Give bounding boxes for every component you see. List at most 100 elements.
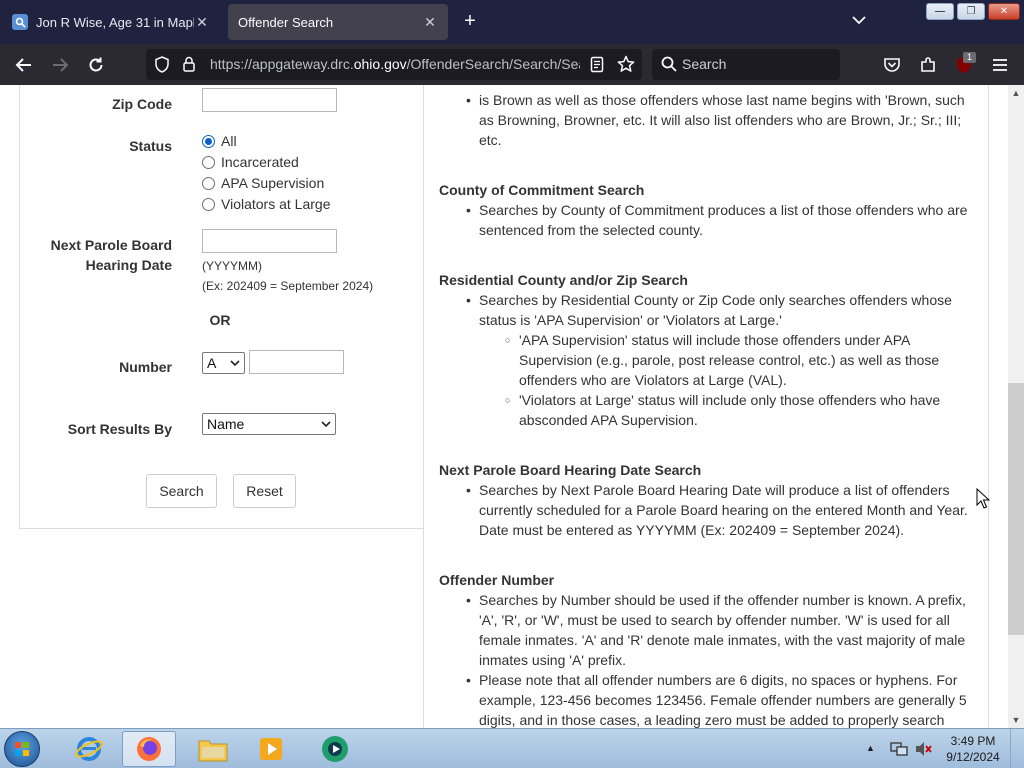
number-prefix-value: A	[207, 355, 217, 371]
scroll-up-arrow-icon[interactable]: ▲	[1008, 85, 1024, 101]
clock-time: 3:49 PM	[950, 734, 996, 748]
violators-at-large-note: 'Violators at Large' status will include…	[505, 390, 969, 430]
or-separator: OR	[209, 312, 231, 328]
windows-taskbar: ▲ 3:49 PM 9/12/2024	[0, 728, 1024, 768]
navigation-toolbar: https://appgateway.drc.ohio.gov/Offender…	[0, 44, 1024, 85]
window-close-button[interactable]: ✕	[988, 3, 1020, 20]
forward-arrow-icon[interactable]	[48, 53, 72, 77]
chevron-down-icon	[230, 359, 240, 366]
column-divider	[423, 85, 424, 728]
radio-label: All	[221, 133, 237, 149]
radio-button[interactable]	[202, 155, 215, 169]
tab-close-icon[interactable]: ✕	[194, 14, 210, 31]
tray-expand-arrow-icon[interactable]: ▲	[866, 743, 875, 753]
status-radio-all[interactable]: All	[202, 133, 237, 149]
scroll-down-arrow-icon[interactable]: ▼	[1008, 712, 1024, 728]
offender-number-text: Searches by Number should be used if the…	[466, 590, 974, 670]
url-text: https://appgateway.drc.ohio.gov/Offender…	[210, 56, 580, 72]
file-explorer-icon[interactable]	[186, 731, 240, 767]
media-player-icon[interactable]	[244, 731, 298, 767]
apa-supervision-note: 'APA Supervision' status will include th…	[505, 330, 969, 390]
search-icon	[661, 56, 677, 77]
offender-number-heading: Offender Number	[439, 572, 555, 588]
taskbar-clock[interactable]: 3:49 PM 9/12/2024	[940, 733, 1006, 765]
intro-line-2: as Browning, Browner, etc. It will also …	[479, 112, 962, 128]
status-radio-violators-at-large[interactable]: Violators at Large	[202, 196, 330, 212]
clock-date: 9/12/2024	[946, 750, 1000, 764]
parole-date-example-hint: (Ex: 202409 = September 2024)	[202, 279, 374, 293]
zip-code-input[interactable]	[202, 88, 337, 112]
county-commitment-text: Searches by County of Commitment produce…	[466, 200, 974, 240]
parole-hearing-heading: Next Parole Board Hearing Date Search	[439, 462, 702, 478]
offender-number-input[interactable]	[249, 350, 344, 374]
number-label: Number	[119, 359, 172, 375]
radio-button[interactable]	[202, 134, 215, 148]
show-desktop-button[interactable]	[1010, 729, 1024, 768]
url-host: ohio.gov	[353, 56, 407, 72]
tracking-protection-shield-icon[interactable]	[154, 56, 170, 78]
tab-close-icon[interactable]: ✕	[422, 14, 438, 31]
residential-zip-heading: Residential County and/or Zip Search	[439, 272, 688, 288]
residential-zip-text: Searches by Residential County or Zip Co…	[466, 290, 974, 330]
volume-muted-icon[interactable]	[914, 741, 932, 760]
sort-results-value: Name	[207, 416, 245, 432]
url-prefix: https://appgateway.drc.	[210, 56, 354, 72]
sort-results-select[interactable]: Name	[202, 413, 336, 435]
search-favicon-icon	[12, 14, 28, 30]
tab-strip: Jon R Wise, Age 31 in Maple He ✕ Offende…	[0, 0, 1024, 44]
firefox-taskbar-icon[interactable]	[122, 731, 176, 767]
network-icon[interactable]	[890, 741, 908, 760]
sort-results-label: Sort Results By	[67, 421, 172, 437]
tab-title: Jon R Wise, Age 31 in Maple He	[36, 14, 194, 30]
intro-line-3: etc.	[479, 132, 502, 148]
zip-code-label: Zip Code	[112, 96, 172, 112]
window-restore-button[interactable]: ❐	[957, 3, 985, 20]
radio-button[interactable]	[202, 176, 215, 190]
radio-label: APA Supervision	[221, 175, 325, 191]
back-arrow-icon[interactable]	[12, 53, 36, 77]
parole-date-label-line2: Hearing Date	[85, 257, 172, 273]
tab-offender-search[interactable]: Offender Search ✕	[228, 4, 448, 40]
content-border	[988, 85, 989, 728]
radio-button[interactable]	[202, 197, 215, 211]
status-label: Status	[129, 138, 172, 154]
status-radio-apa-supervision[interactable]: APA Supervision	[202, 175, 324, 191]
parole-date-input[interactable]	[202, 229, 337, 253]
status-radio-incarcerated[interactable]: Incarcerated	[202, 154, 299, 170]
app-circle-icon[interactable]	[308, 731, 362, 767]
extension-badge: 1	[963, 52, 976, 63]
reload-icon[interactable]	[84, 53, 108, 77]
county-commitment-heading: County of Commitment Search	[439, 182, 645, 198]
bookmark-star-icon[interactable]	[617, 55, 635, 78]
offender-number-format-text: Please note that all offender numbers ar…	[466, 670, 974, 728]
radio-label: Incarcerated	[221, 154, 299, 170]
reader-view-icon[interactable]	[590, 56, 604, 78]
search-button[interactable]: Search	[146, 474, 217, 508]
pocket-icon[interactable]	[880, 53, 904, 77]
parole-date-format-hint: (YYYYMM)	[202, 259, 262, 273]
lock-icon[interactable]	[182, 56, 196, 78]
list-all-tabs-chevron-icon[interactable]	[852, 12, 876, 32]
vertical-scrollbar[interactable]: ▲ ▼	[1008, 85, 1024, 728]
page-viewport: Zip Code Status All Incarcerated APA Sup…	[0, 85, 1008, 728]
window-minimize-button[interactable]: —	[926, 3, 954, 20]
mouse-cursor-icon	[976, 487, 991, 515]
extensions-puzzle-icon[interactable]	[916, 53, 940, 77]
parole-hearing-text: Searches by Next Parole Board Hearing Da…	[466, 480, 974, 540]
intro-line-1: is Brown as well as those offenders whos…	[479, 92, 965, 108]
new-tab-plus-icon[interactable]: +	[458, 10, 482, 34]
tab-title: Offender Search	[238, 14, 334, 30]
radio-label: Violators at Large	[221, 196, 331, 212]
number-prefix-select[interactable]: A	[202, 352, 245, 374]
tab-jon-r-wise[interactable]: Jon R Wise, Age 31 in Maple He ✕	[2, 4, 220, 40]
hamburger-menu-icon[interactable]	[988, 53, 1012, 77]
search-placeholder: Search	[682, 56, 727, 72]
chevron-down-icon	[321, 420, 331, 427]
internet-explorer-icon[interactable]	[62, 731, 116, 767]
windows-start-button[interactable]	[4, 731, 40, 767]
address-bar[interactable]: https://appgateway.drc.ohio.gov/Offender…	[146, 49, 642, 80]
url-path: /OffenderSearch/Search/Sear	[406, 56, 580, 72]
scrollbar-thumb[interactable]	[1008, 383, 1024, 635]
search-bar[interactable]: Search	[652, 49, 840, 80]
reset-button[interactable]: Reset	[233, 474, 296, 508]
